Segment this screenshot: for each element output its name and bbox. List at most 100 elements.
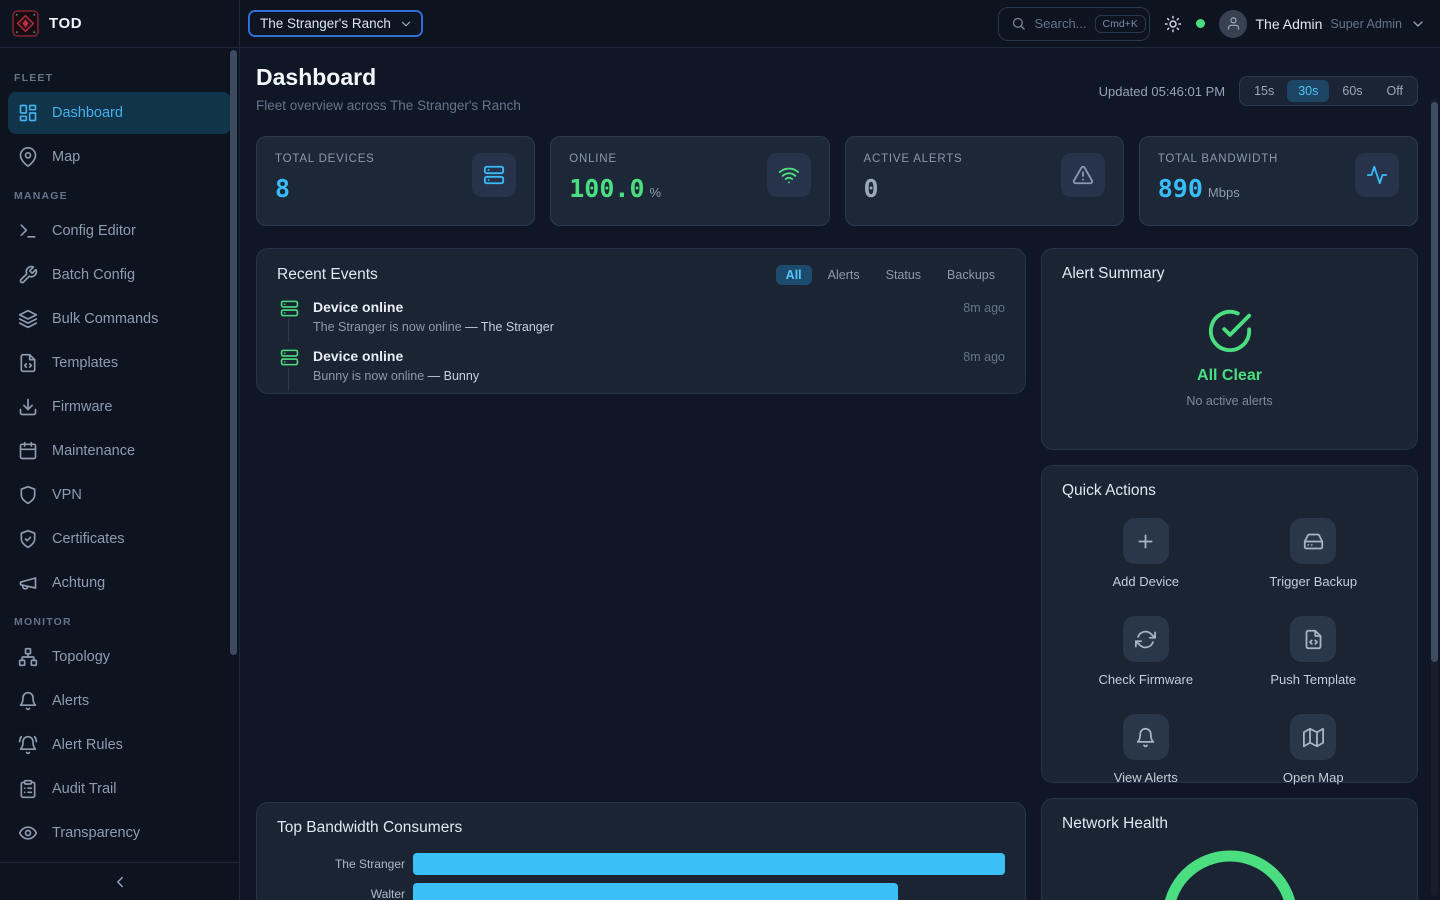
sidebar-item-achtung[interactable]: Achtung — [8, 562, 231, 604]
event-title: Device online — [313, 348, 949, 364]
sidebar-item-bulk-commands[interactable]: Bulk Commands — [8, 298, 231, 340]
sidebar-item-label: Firmware — [52, 399, 112, 415]
download-icon — [18, 397, 38, 417]
quick-action-check-firmware[interactable]: Check Firmware — [1062, 616, 1230, 687]
file-code-icon — [1303, 629, 1324, 650]
network-health-panel: Network Health 100 — [1041, 798, 1418, 900]
layers-icon — [18, 309, 38, 329]
recent-events-title: Recent Events — [277, 266, 378, 284]
sidebar-item-topology[interactable]: Topology — [8, 636, 231, 678]
event-tab-backups[interactable]: Backups — [937, 265, 1005, 285]
sidebar-item-map[interactable]: Map — [8, 136, 231, 178]
quick-action-label: Check Firmware — [1098, 672, 1193, 687]
sidebar-item-transparency[interactable]: Transparency — [8, 812, 231, 854]
event-tab-alerts[interactable]: Alerts — [818, 265, 870, 285]
sidebar-item-alert-rules[interactable]: Alert Rules — [8, 724, 231, 766]
quick-action-icon-box — [1123, 616, 1169, 662]
refresh-cw-icon — [1135, 629, 1156, 650]
stats-row: TOTAL DEVICES 8 ONLINE 100.0 % ACTIVE AL… — [256, 136, 1418, 226]
hard-drive-icon — [1303, 531, 1324, 552]
bandwidth-panel: Top Bandwidth Consumers The Stranger Wal… — [256, 802, 1026, 900]
sidebar-item-config-editor[interactable]: Config Editor — [8, 210, 231, 252]
event-tabs: All Alerts Status Backups — [776, 265, 1005, 285]
bandwidth-bar-label: Walter — [277, 887, 405, 900]
alert-summary-title: Alert Summary — [1062, 265, 1397, 283]
quick-actions-title: Quick Actions — [1062, 482, 1156, 499]
chevron-slot-2 — [1410, 16, 1426, 32]
search-shortcut-badge: Cmd+K — [1095, 15, 1146, 33]
event-list: Device online The Stranger is now online… — [277, 295, 1005, 393]
refresh-interval-off[interactable]: Off — [1376, 80, 1414, 102]
bell-ring-icon — [18, 735, 38, 755]
theme-toggle-button[interactable] — [1164, 15, 1182, 33]
stat-unit: % — [650, 185, 662, 200]
quick-action-label: Trigger Backup — [1269, 574, 1357, 589]
page-header: Dashboard Fleet overview across The Stra… — [256, 64, 1418, 113]
sidebar-item-label: Alert Rules — [52, 737, 123, 753]
bell-icon — [1135, 727, 1156, 748]
event-description: Bunny is now online — Bunny — [313, 369, 949, 383]
network-health-gauge: 100 — [1062, 843, 1397, 900]
sidebar-item-audit-trail[interactable]: Audit Trail — [8, 768, 231, 810]
quick-action-view-alerts[interactable]: View Alerts — [1062, 714, 1230, 785]
event-tab-all[interactable]: All — [776, 265, 812, 285]
last-updated-text: Updated 05:46:01 PM — [1099, 84, 1225, 99]
connection-status-dot — [1196, 19, 1205, 28]
shield-icon — [18, 485, 38, 505]
wrench-icon — [18, 265, 38, 285]
chevron-down-icon — [399, 17, 413, 31]
search-input[interactable]: Search... Cmd+K — [998, 7, 1150, 41]
sidebar-item-templates[interactable]: Templates — [8, 342, 231, 384]
sun-icon — [1164, 15, 1182, 33]
topbar: The Stranger's Ranch Search... Cmd+K The… — [240, 0, 1440, 48]
quick-action-trigger-backup[interactable]: Trigger Backup — [1230, 518, 1398, 589]
sidebar-item-label: Maintenance — [52, 443, 135, 459]
shield-check-icon — [18, 529, 38, 549]
health-ring-value-arc — [1168, 856, 1292, 900]
bandwidth-chart: The Stranger Walter — [277, 853, 1005, 900]
quick-action-open-map[interactable]: Open Map — [1230, 714, 1398, 785]
user-menu[interactable]: The Admin Super Admin — [1219, 10, 1426, 38]
stat-card-active-alerts: ACTIVE ALERTS 0 — [845, 136, 1124, 226]
sidebar-item-batch-config[interactable]: Batch Config — [8, 254, 231, 296]
activity-icon — [1366, 164, 1388, 186]
stat-icon-box — [1355, 153, 1399, 197]
brand-name: TOD — [49, 15, 82, 32]
page-subtitle: Fleet overview across The Stranger's Ran… — [256, 98, 521, 113]
sidebar-scrollbar[interactable] — [230, 50, 237, 655]
main-scrollbar-track[interactable] — [1431, 98, 1438, 896]
sidebar-item-maintenance[interactable]: Maintenance — [8, 430, 231, 472]
sidebar-collapse-button[interactable] — [0, 862, 239, 900]
event-tab-status[interactable]: Status — [876, 265, 931, 285]
site-selector[interactable]: The Stranger's Ranch — [250, 12, 421, 35]
page-content: Dashboard Fleet overview across The Stra… — [240, 48, 1440, 900]
quick-actions-grid: Add Device Trigger Backup Check Firmware… — [1062, 518, 1397, 785]
quick-actions-panel: Quick Actions Add Device Trigger Backup … — [1041, 465, 1418, 783]
sidebar-item-vpn[interactable]: VPN — [8, 474, 231, 516]
sidebar-item-firmware[interactable]: Firmware — [8, 386, 231, 428]
stat-icon-box — [472, 153, 516, 197]
tod-logo-icon — [12, 10, 39, 37]
site-selector-value: The Stranger's Ranch — [260, 16, 391, 31]
sidebar-item-label: VPN — [52, 487, 82, 503]
refresh-interval-60s[interactable]: 60s — [1331, 80, 1373, 102]
refresh-interval-15s[interactable]: 15s — [1243, 80, 1285, 102]
alert-subtext: No active alerts — [1186, 394, 1272, 408]
quick-action-add-device[interactable]: Add Device — [1062, 518, 1230, 589]
main-scrollbar-thumb[interactable] — [1431, 102, 1438, 662]
refresh-interval-30s[interactable]: 30s — [1287, 80, 1329, 102]
quick-action-push-template[interactable]: Push Template — [1230, 616, 1398, 687]
sidebar-item-certificates[interactable]: Certificates — [8, 518, 231, 560]
sidebar-item-label: Certificates — [52, 531, 125, 547]
stat-value: 890 — [1158, 174, 1203, 203]
file-code-icon — [18, 353, 38, 373]
sidebar-item-alerts[interactable]: Alerts — [8, 680, 231, 722]
bandwidth-title: Top Bandwidth Consumers — [277, 819, 462, 836]
event-timeline-line — [288, 319, 289, 342]
sidebar-item-dashboard[interactable]: Dashboard — [8, 92, 231, 134]
stat-label: TOTAL DEVICES — [275, 153, 375, 165]
stat-icon-box — [1061, 153, 1105, 197]
sidebar-item-label: Batch Config — [52, 267, 135, 283]
event-description: The Stranger is now online — The Strange… — [313, 320, 949, 334]
quick-action-icon-box — [1123, 714, 1169, 760]
